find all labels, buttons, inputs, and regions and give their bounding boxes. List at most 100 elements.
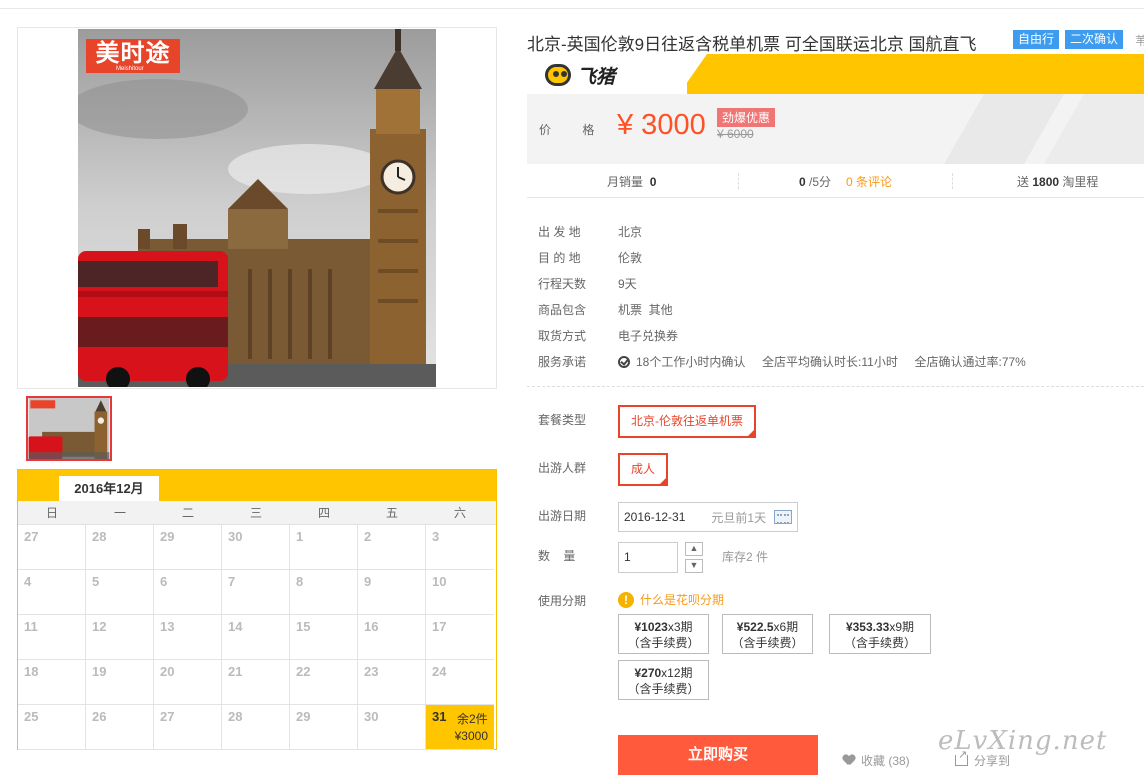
package-option-selected[interactable]: 北京-伦敦往返单机票 xyxy=(618,405,756,438)
calendar-day-number: 25 xyxy=(24,709,39,724)
thumbnail-image[interactable] xyxy=(26,396,112,461)
weekday-label: 四 xyxy=(317,506,330,520)
rating: 0 /5分 xyxy=(799,175,832,189)
calendar-day-number: 28 xyxy=(228,709,243,724)
calendar-day-number: 30 xyxy=(364,709,379,724)
monthly-sales: 月销量 0 xyxy=(607,175,657,189)
calendar-day[interactable]: 24 xyxy=(426,660,494,705)
current-price: ¥ 3000 xyxy=(617,109,706,141)
calendar-day-number: 20 xyxy=(160,664,175,679)
reviews-link[interactable]: 0 条评论 xyxy=(846,173,892,190)
quantity-input[interactable]: 1 xyxy=(618,542,678,573)
calendar-day-number: 18 xyxy=(24,664,39,679)
calendar-day[interactable]: 8 xyxy=(290,570,358,615)
buy-now-button[interactable]: 立即购买 xyxy=(618,735,818,775)
calendar-day[interactable]: 27 xyxy=(18,525,86,570)
calendar-day-number: 1 xyxy=(296,529,304,544)
calendar-day-number: 23 xyxy=(364,664,379,679)
calendar-day[interactable]: 10 xyxy=(426,570,494,615)
calendar-day[interactable]: 25 xyxy=(18,705,86,750)
calendar-day-number: 7 xyxy=(228,574,236,589)
calendar-day[interactable]: 7 xyxy=(222,570,290,615)
calendar-day[interactable]: 22 xyxy=(290,660,358,705)
calendar-day-stock: 余2件 xyxy=(457,712,488,726)
calendar-day[interactable]: 2 xyxy=(358,525,426,570)
info-row-destination: 目 的 地伦敦 xyxy=(538,250,643,265)
calendar-day[interactable]: 17 xyxy=(426,615,494,660)
calendar-day[interactable]: 19 xyxy=(86,660,154,705)
calendar-day[interactable]: 18 xyxy=(18,660,86,705)
mileage-reward: 送 1800 淘里程 xyxy=(1017,175,1099,189)
traveler-option-selected[interactable]: 成人 xyxy=(618,453,669,486)
meishitu-logo: 美时途 Meishitour xyxy=(86,39,180,73)
quantity-increase-button[interactable]: ▲ xyxy=(685,542,703,556)
installment-option[interactable]: ¥1023x3期 （含手续费） xyxy=(618,614,709,654)
calendar-day[interactable]: 5 xyxy=(86,570,154,615)
service-commitment: 18个工作小时内确认 全店平均确认时长:11小时 全店确认通过率:77% xyxy=(618,353,1026,370)
quantity-label: 数 量 xyxy=(538,549,576,563)
calendar-day[interactable]: 14 xyxy=(222,615,290,660)
calendar-day-number: 17 xyxy=(432,619,447,634)
fliggy-logo-icon xyxy=(545,64,571,86)
calendar-day[interactable]: 1 xyxy=(290,525,358,570)
trip-info: 出 发 地北京 目 的 地伦敦 行程天数 9天 商品包含 机票 其他 取货方式 电子兑… xyxy=(538,218,1026,374)
main-product-image[interactable]: 美时途 Meishitour xyxy=(78,29,436,387)
calendar-day[interactable]: 29 xyxy=(154,525,222,570)
calendar-day[interactable]: 6 xyxy=(154,570,222,615)
calendar-day[interactable]: 13 xyxy=(154,615,222,660)
fliggy-banner: 飞猪 xyxy=(527,54,1144,94)
calendar-day[interactable]: 28 xyxy=(86,525,154,570)
date-label: 出游日期 xyxy=(538,509,587,523)
calendar-day-number: 6 xyxy=(160,574,168,589)
installment-option[interactable]: ¥522.5x6期 （含手续费） xyxy=(722,614,813,654)
calendar-day-number: 27 xyxy=(160,709,175,724)
calendar-day-number: 19 xyxy=(92,664,107,679)
calendar-day[interactable]: 31 余2件 ¥3000 xyxy=(426,705,494,750)
calendar-day-number: 30 xyxy=(228,529,243,544)
stock-count: 库存2 件 xyxy=(722,550,769,564)
calendar-day[interactable]: 12 xyxy=(86,615,154,660)
calendar-day[interactable]: 27 xyxy=(154,705,222,750)
calendar-day-number: 29 xyxy=(296,709,311,724)
calendar-day-number: 11 xyxy=(24,619,38,634)
calendar-day-number: 13 xyxy=(160,619,175,634)
price-panel: 飞猪 价 格 ¥ 3000 劲爆优惠 ¥ 6000 xyxy=(527,54,1144,164)
tag-self-guided: 自由行 xyxy=(1013,30,1060,49)
calendar-day-number: 27 xyxy=(24,529,39,544)
calendar-day[interactable]: 30 xyxy=(222,525,290,570)
calendar-icon[interactable] xyxy=(774,510,792,524)
calendar-day[interactable]: 28 xyxy=(222,705,290,750)
tag-reconfirm: 二次确认 xyxy=(1065,30,1124,49)
calendar-day[interactable]: 21 xyxy=(222,660,290,705)
calendar-day[interactable]: 4 xyxy=(18,570,86,615)
quantity-decrease-button[interactable]: ▼ xyxy=(685,559,703,573)
banner-decoration xyxy=(944,94,1144,164)
calendar-weekdays: 日 一 二 三 四 五 六 xyxy=(18,501,496,525)
check-circle-icon xyxy=(618,355,630,368)
calendar-day[interactable]: 23 xyxy=(358,660,426,705)
huabei-info-link[interactable]: ! 什么是花呗分期 xyxy=(618,591,724,608)
product-gallery: 美时途 Meishitour xyxy=(17,27,497,389)
calendar-day[interactable]: 16 xyxy=(358,615,426,660)
calendar-day[interactable]: 3 xyxy=(426,525,494,570)
weekday-label: 六 xyxy=(453,506,466,520)
calendar-day-number: 16 xyxy=(364,619,379,634)
calendar-day-number: 21 xyxy=(228,664,243,679)
favorite-button[interactable]: 收藏 (38) xyxy=(843,752,910,769)
weekday-label: 三 xyxy=(249,506,262,520)
calendar-day[interactable]: 9 xyxy=(358,570,426,615)
calendar-day-number: 5 xyxy=(92,574,100,589)
calendar-day[interactable]: 29 xyxy=(290,705,358,750)
calendar-day[interactable]: 20 xyxy=(154,660,222,705)
calendar-day[interactable]: 30 xyxy=(358,705,426,750)
installment-option[interactable]: ¥353.33x9期 （含手续费） xyxy=(829,614,931,654)
calendar-day[interactable]: 11 xyxy=(18,615,86,660)
promo-badge: 劲爆优惠 xyxy=(717,108,776,127)
installment-option[interactable]: ¥270x12期 （含手续费） xyxy=(618,660,709,700)
calendar-day-number: 12 xyxy=(92,619,107,634)
calendar-day-number: 2 xyxy=(364,529,372,544)
share-icon xyxy=(955,748,968,766)
travel-date-picker[interactable]: 2016-12-31 元旦前1天 xyxy=(618,502,798,532)
calendar-day[interactable]: 15 xyxy=(290,615,358,660)
calendar-day[interactable]: 26 xyxy=(86,705,154,750)
